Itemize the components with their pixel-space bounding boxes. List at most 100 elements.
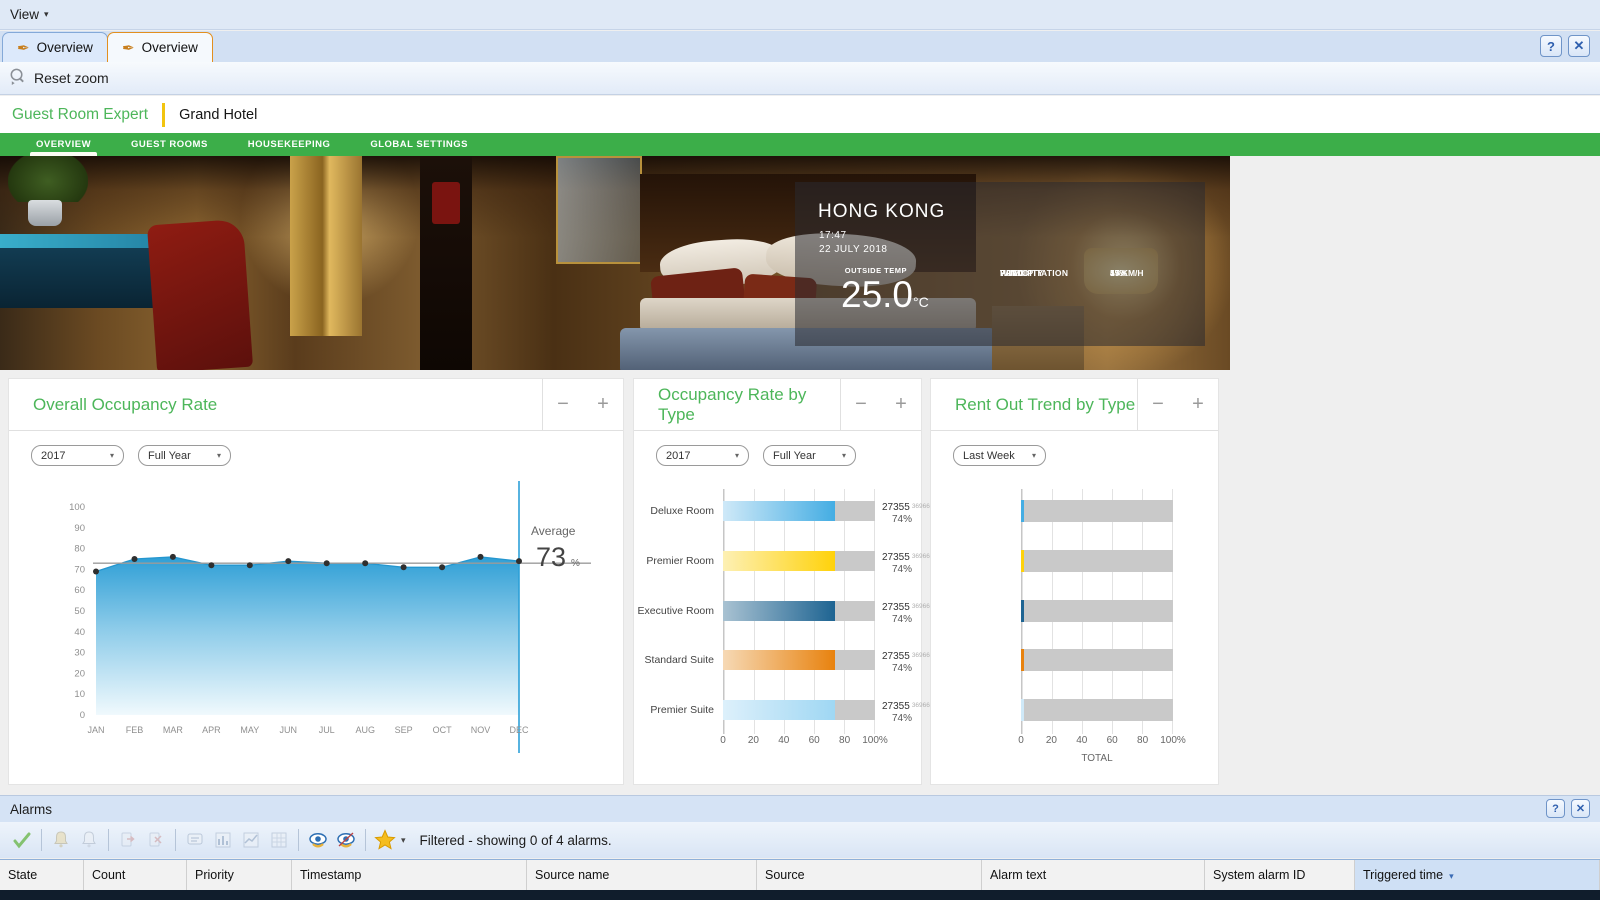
report-bars-icon[interactable] [212,829,234,851]
caret-down-icon: ▾ [735,451,739,460]
help-button[interactable]: ? [1546,799,1565,818]
svg-text:APR: APR [202,725,221,735]
metric-value: 17 KM/H [1110,268,1144,278]
panel-title: Occupancy Rate by Type [658,385,840,425]
expand-button[interactable]: + [583,393,623,416]
column-header-system-alarm-id[interactable]: System alarm ID [1205,860,1355,891]
column-header-source-name[interactable]: Source name [527,860,757,891]
column-header-state[interactable]: State [0,860,84,891]
svg-text:100: 100 [69,502,85,513]
x-axis-title: TOTAL [1081,753,1112,764]
bar-total: 36966 [912,652,930,659]
bar-remainder [835,700,875,720]
bar-total: 36966 [912,553,930,560]
year-dropdown[interactable]: 2017 ▾ [31,445,124,466]
bar-track [1021,699,1173,721]
bar-track-fill [1024,649,1173,671]
bar-track [1021,649,1173,671]
svg-text:JUL: JUL [319,725,335,735]
svg-text:10: 10 [74,689,85,700]
view-menu[interactable]: View ▾ [10,7,49,22]
nav-item-overview[interactable]: OVERVIEW [16,133,111,156]
alarm-filter-status: Filtered - showing 0 of 4 alarms. [420,833,612,848]
bottom-strip [0,890,1600,900]
caret-down-icon: ▾ [842,451,846,460]
acknowledge-check-icon[interactable] [11,829,33,851]
x-tick: 40 [1076,735,1087,746]
svg-text:NOV: NOV [471,725,491,735]
report-columns-icon[interactable] [240,829,262,851]
bar-count: 27355 [882,701,910,712]
bar-track [723,501,875,521]
alarms-title: Alarms [10,802,52,817]
panel-controls: − + [542,379,623,430]
svg-text:MAY: MAY [240,725,259,735]
nav-item-guest-rooms[interactable]: GUEST ROOMS [111,133,228,156]
svg-text:FEB: FEB [126,725,144,735]
bar-value-fill [723,700,835,720]
toolbar-separator [175,829,176,851]
hero-image: HONG KONG 17:47 22 JULY 2018 OUTSIDE TEM… [0,156,1230,370]
help-button[interactable]: ? [1540,35,1562,57]
caret-down-icon: ▾ [44,9,49,20]
bar-value-fill [723,601,835,621]
app-name: Guest Room Expert [12,106,148,124]
column-header-source[interactable]: Source [757,860,982,891]
svg-text:SEP: SEP [395,725,413,735]
header-divider [162,103,165,127]
collapse-button[interactable]: − [841,393,881,416]
close-button[interactable]: ✕ [1571,799,1590,818]
view-eye-2-icon[interactable] [335,829,357,851]
close-button[interactable]: ✕ [1568,35,1590,57]
alarm-bell-icon[interactable] [50,829,72,851]
bar-value-label: 273553696674% [882,502,930,525]
caret-down-icon: ▾ [110,451,114,460]
column-header-priority[interactable]: Priority [187,860,292,891]
bar-value-fill [723,501,835,521]
comment-note-icon[interactable] [184,829,206,851]
caret-down-icon[interactable]: ▾ [401,835,406,846]
forward-page-2-icon[interactable] [145,829,167,851]
tab-overview-2[interactable]: ✒ Overview [107,32,213,62]
collapse-button[interactable]: − [1138,393,1178,416]
sort-desc-icon: ▾ [1449,871,1454,881]
svg-text:Average: Average [531,524,576,538]
nav-item-housekeeping[interactable]: HOUSEKEEPING [228,133,351,156]
column-header-triggered-time[interactable]: Triggered time▾ [1355,860,1600,891]
green-nav: OVERVIEWGUEST ROOMSHOUSEKEEPINGGLOBAL SE… [0,133,1600,156]
bar-total: 36966 [912,603,930,610]
x-tick: 0 [720,735,726,746]
x-tick: 60 [1107,735,1118,746]
bar-value-label: 273553696674% [882,602,930,625]
bar-track-fill [1024,550,1173,572]
reset-zoom-label[interactable]: Reset zoom [34,70,109,86]
svg-text:30: 30 [74,648,85,659]
reset-zoom-icon[interactable] [8,67,27,89]
column-header-count[interactable]: Count [84,860,187,891]
toolbar-separator [298,829,299,851]
report-matrix-icon[interactable] [268,829,290,851]
favorites-star-icon[interactable] [374,829,396,851]
svg-text:50: 50 [74,606,85,617]
year-dropdown[interactable]: 2017 ▾ [656,445,749,466]
bar-count: 27355 [882,602,910,613]
column-header-alarm-text[interactable]: Alarm text [982,860,1205,891]
bar-remainder [835,551,875,571]
period-dropdown[interactable]: Last Week ▾ [953,445,1046,466]
nav-item-global-settings[interactable]: GLOBAL SETTINGS [350,133,488,156]
dropdown-value: Full Year [148,450,191,462]
bar-track [723,551,875,571]
column-header-timestamp[interactable]: Timestamp [292,860,527,891]
alarm-bell-outline-icon[interactable] [78,829,100,851]
period-dropdown[interactable]: Full Year ▾ [138,445,231,466]
svg-text:80: 80 [74,544,85,555]
expand-button[interactable]: + [881,393,921,416]
tab-overview-1[interactable]: ✒ Overview [2,32,108,62]
forward-page-icon[interactable] [117,829,139,851]
expand-button[interactable]: + [1178,393,1218,416]
collapse-button[interactable]: − [543,393,583,416]
period-dropdown[interactable]: Full Year ▾ [763,445,856,466]
view-eye-icon[interactable] [307,829,329,851]
svg-text:60: 60 [74,585,85,596]
bar-value-label: 273553696674% [882,552,930,575]
